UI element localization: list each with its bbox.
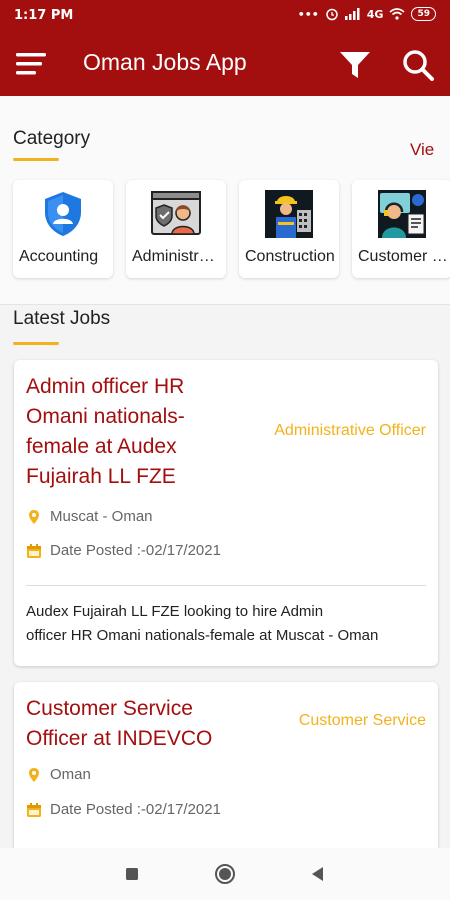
job-card[interactable]: Admin officer HR Omani nationals-female …	[14, 360, 438, 666]
job-location: Oman	[26, 766, 91, 783]
job-card[interactable]: Customer Service Officer at INDEVCO Cust…	[14, 682, 438, 848]
category-card-customer-service[interactable]: Customer Service	[352, 180, 450, 278]
job-title[interactable]: Admin officer HR Omani nationals-female …	[26, 372, 246, 492]
job-title[interactable]: Customer Service Officer at INDEVCO	[26, 694, 246, 754]
category-section: Category Vie Accounting Administrati Con…	[0, 96, 450, 305]
category-label: Administration	[132, 248, 222, 265]
job-description-line: Audex Fujairah LL FZE looking to hire Ad…	[26, 603, 324, 620]
battery-level: 59	[411, 7, 436, 21]
hamburger-menu-icon[interactable]	[14, 50, 48, 78]
job-date-text: Date Posted :-02/17/2021	[50, 801, 221, 818]
alarm-icon	[326, 8, 338, 21]
job-divider	[26, 585, 426, 586]
back-triangle-icon[interactable]	[306, 862, 330, 886]
latest-jobs-heading-underline	[13, 342, 59, 345]
main-content[interactable]: Category Vie Accounting Administrati Con…	[0, 96, 450, 848]
category-card-construction[interactable]: Construction	[239, 180, 339, 278]
status-time: 1:17 PM	[14, 8, 74, 23]
category-card-accounting[interactable]: Accounting	[13, 180, 113, 278]
admin-worker-icon	[151, 191, 201, 235]
system-nav-bar	[0, 848, 450, 900]
status-bar: 1:17 PM ••• 4G 59	[0, 0, 450, 32]
location-pin-icon	[29, 509, 39, 524]
category-label: Accounting	[19, 248, 99, 265]
latest-jobs-heading: Latest Jobs	[13, 308, 111, 329]
job-description-line: officer HR Omani nationals-female at Mus…	[26, 627, 379, 644]
search-icon[interactable]	[401, 48, 435, 82]
network-type: 4G	[366, 7, 384, 21]
more-dots-icon: •••	[297, 7, 319, 21]
wifi-icon	[389, 8, 405, 20]
job-date: Date Posted :-02/17/2021	[26, 801, 221, 818]
category-label: Customer Service	[358, 248, 448, 265]
app-title: Oman Jobs App	[83, 49, 247, 75]
job-date: Date Posted :-02/17/2021	[26, 542, 221, 559]
job-location: Muscat - Oman	[26, 508, 153, 525]
filter-icon[interactable]	[338, 48, 372, 82]
location-pin-icon	[29, 767, 39, 782]
view-all-link[interactable]: Vie	[410, 140, 434, 160]
job-category: Customer Service	[298, 712, 426, 729]
job-date-text: Date Posted :-02/17/2021	[50, 542, 221, 559]
construction-worker-icon	[265, 190, 313, 238]
category-label: Construction	[245, 248, 335, 265]
category-card-administration[interactable]: Administration	[126, 180, 226, 278]
job-description: Audex Fujairah LL FZE looking to hire Ad…	[26, 600, 426, 648]
job-category: Administrative Officer	[274, 422, 426, 439]
shield-user-icon	[45, 192, 81, 236]
job-location-text: Oman	[50, 766, 91, 783]
category-heading-underline	[13, 158, 59, 161]
customer-service-icon	[378, 190, 426, 238]
category-heading: Category	[13, 128, 91, 149]
signal-icon	[344, 8, 360, 20]
calendar-icon	[27, 802, 41, 817]
job-location-text: Muscat - Oman	[50, 508, 153, 525]
status-icons: ••• 4G 59	[298, 7, 436, 21]
calendar-icon	[27, 543, 41, 558]
recents-square-icon[interactable]	[120, 862, 144, 886]
app-bar: Oman Jobs App	[0, 32, 450, 96]
home-circle-icon[interactable]	[213, 862, 237, 886]
